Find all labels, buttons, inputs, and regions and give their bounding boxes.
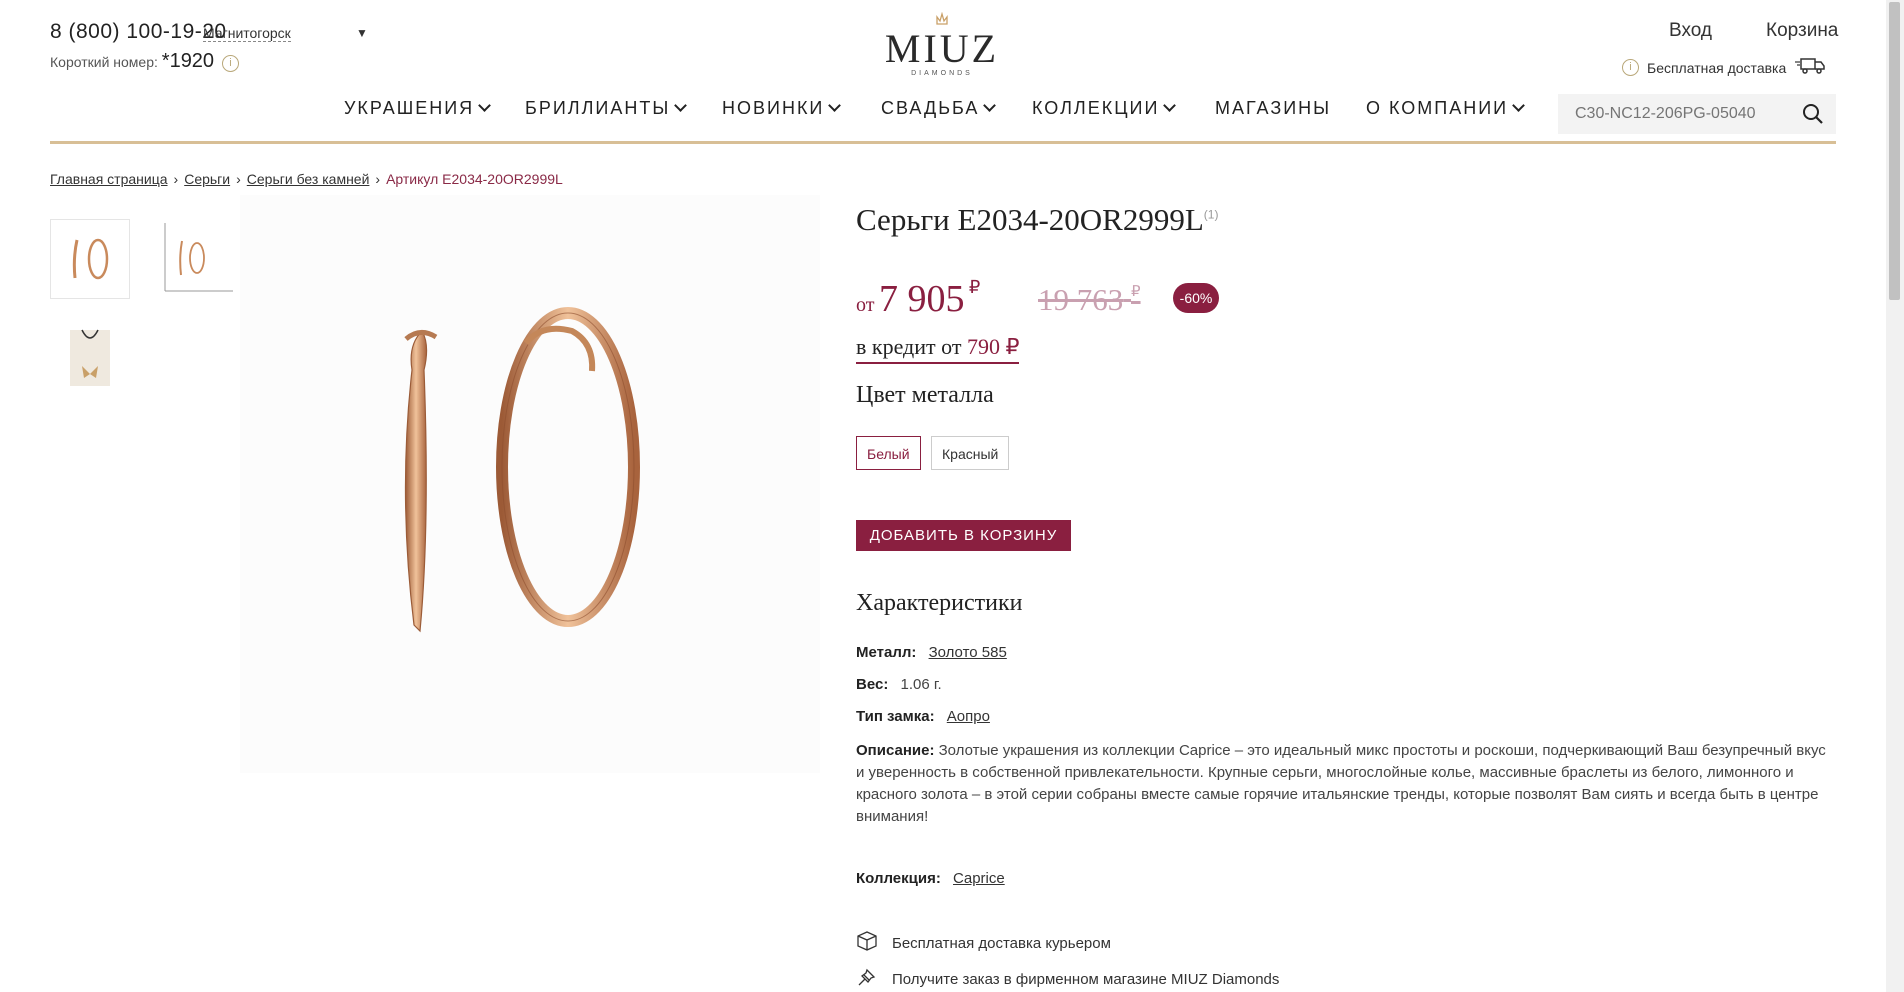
price-prefix: от <box>856 294 875 316</box>
free-delivery-info[interactable]: i Бесплатная доставка <box>1622 56 1826 79</box>
spec-metal: Металл: Золото 585 <box>856 644 1007 661</box>
chevron-right-icon: › <box>236 171 241 187</box>
thumbnail-size-scale[interactable] <box>155 219 235 299</box>
thumbnail-earrings[interactable] <box>50 219 130 299</box>
short-number-value: *1920 <box>161 50 215 72</box>
spec-weight: Вес: 1.06 г. <box>856 676 942 693</box>
city-selector[interactable]: Магнитогорск <box>203 25 291 42</box>
nav-item-jewelry[interactable]: УКРАШЕНИЯ <box>344 98 492 119</box>
old-price: 19 763 ₽ <box>1038 282 1141 318</box>
search-box <box>1558 94 1836 134</box>
perk-pickup-label: Получите заказ в фирменном магазине MIUZ… <box>892 970 1280 988</box>
info-icon: i <box>1622 59 1639 76</box>
chevron-down-icon <box>1512 99 1525 112</box>
nav-label: МАГАЗИНЫ <box>1215 98 1332 118</box>
color-option-white[interactable]: Белый <box>856 436 921 470</box>
nav-label: СВАДЬБА <box>881 98 980 118</box>
header-phone-block: 8 (800) 100-19-20 <box>50 20 227 44</box>
chevron-right-icon: › <box>375 171 381 187</box>
specs-heading: Характеристики <box>856 590 1023 616</box>
nav-label: БРИЛЛИАНТЫ <box>525 98 671 118</box>
credit-amount: 790 ₽ <box>966 334 1020 359</box>
site-logo[interactable]: MIUZ DIAMONDS <box>880 11 1004 77</box>
spec-weight-value: 1.06 г. <box>900 676 942 693</box>
spec-lock-label: Тип замка: <box>856 708 935 725</box>
breadcrumb-home[interactable]: Главная страница <box>50 171 168 187</box>
logo-wordmark: MIUZ <box>884 26 1000 71</box>
perk-store-pickup: Получите заказ в фирменном магазине MIUZ… <box>856 966 1279 992</box>
nav-label: НОВИНКИ <box>722 98 825 118</box>
old-price-value: 19 763 <box>1038 282 1124 317</box>
chevron-down-icon <box>478 99 492 112</box>
metal-color-heading: Цвет металла <box>856 382 994 408</box>
breadcrumb-current: Артикул E2034-20OR2999L <box>386 171 563 187</box>
logo-subtitle: DIAMONDS <box>911 70 973 77</box>
chevron-down-icon <box>674 99 688 112</box>
spec-lock: Тип замка: Аопро <box>856 708 990 725</box>
scrollbar-thumb[interactable] <box>1889 2 1900 300</box>
spec-collection-label: Коллекция: <box>856 870 941 887</box>
chevron-down-icon <box>983 99 997 112</box>
info-icon[interactable]: i <box>221 54 239 72</box>
nav-label: КОЛЛЕКЦИИ <box>1032 98 1160 118</box>
discount-badge: -60% <box>1173 283 1219 313</box>
chevron-down-icon <box>1163 99 1177 112</box>
product-title-text: Серьги E2034-20OR2999L <box>856 202 1204 237</box>
thumbnail-gift-bag[interactable] <box>50 316 130 396</box>
old-price-currency: ₽ <box>1131 284 1141 300</box>
price-currency: ₽ <box>968 277 981 297</box>
nav-label: УКРАШЕНИЯ <box>344 98 475 118</box>
header-divider <box>50 141 1836 144</box>
phone-number[interactable]: 8 (800) 100-19-20 <box>50 20 227 44</box>
box-icon <box>856 930 878 956</box>
truck-icon <box>1794 56 1826 79</box>
nav-item-stores[interactable]: МАГАЗИНЫ <box>1215 98 1331 119</box>
breadcrumb-earrings[interactable]: Серьги <box>184 171 230 187</box>
nav-item-wedding[interactable]: СВАДЬБА <box>881 98 997 119</box>
spec-description: Описание: Золотые украшения из коллекции… <box>856 740 1826 828</box>
product-title: Серьги E2034-20OR2999L(1) <box>856 202 1218 238</box>
spec-description-value: Золотые украшения из коллекции Caprice –… <box>856 742 1826 825</box>
page-scrollbar[interactable] <box>1886 0 1904 992</box>
credit-link[interactable]: в кредит от 790 ₽ <box>856 334 1020 364</box>
search-input[interactable] <box>1558 94 1795 134</box>
search-icon[interactable] <box>1802 103 1824 130</box>
spec-metal-label: Металл: <box>856 644 917 661</box>
breadcrumb: Главная страница › Серьги › Серьги без к… <box>50 171 563 187</box>
product-main-image[interactable] <box>240 195 820 773</box>
color-option-red[interactable]: Красный <box>931 436 1010 470</box>
free-delivery-label: Бесплатная доставка <box>1647 59 1787 76</box>
perk-courier-label: Бесплатная доставка курьером <box>892 934 1111 952</box>
nav-item-diamonds[interactable]: БРИЛЛИАНТЫ <box>525 98 688 119</box>
nav-item-new[interactable]: НОВИНКИ <box>722 98 842 119</box>
short-number-label: Короткий номер: <box>50 54 158 70</box>
credit-prefix: в кредит от <box>856 334 962 359</box>
spec-collection-value[interactable]: Caprice <box>953 870 1005 887</box>
spec-lock-value[interactable]: Аопро <box>947 708 990 725</box>
short-number: Короткий номер: *1920 i <box>50 50 239 73</box>
review-count[interactable]: (1) <box>1204 208 1219 222</box>
price-value: 7 905 <box>878 278 965 320</box>
city-dropdown-icon[interactable]: ▼ <box>356 26 368 40</box>
nav-item-about[interactable]: О КОМПАНИИ <box>1366 98 1525 119</box>
nav-label: О КОМПАНИИ <box>1366 98 1509 118</box>
spec-metal-value[interactable]: Золото 585 <box>929 644 1007 661</box>
chevron-right-icon: › <box>173 171 179 187</box>
spec-collection: Коллекция: Caprice <box>856 870 1005 887</box>
pin-icon <box>856 966 878 992</box>
chevron-down-icon <box>828 99 842 112</box>
login-link[interactable]: Вход <box>1669 20 1712 42</box>
cart-link[interactable]: Корзина <box>1766 20 1838 42</box>
perk-courier-delivery: Бесплатная доставка курьером <box>856 930 1111 956</box>
current-price: от 7 905 ₽ <box>856 277 980 321</box>
nav-item-collections[interactable]: КОЛЛЕКЦИИ <box>1032 98 1177 119</box>
spec-weight-label: Вес: <box>856 676 889 693</box>
spec-description-label: Описание: <box>856 742 935 759</box>
add-to-cart-button[interactable]: ДОБАВИТЬ В КОРЗИНУ <box>856 520 1071 551</box>
breadcrumb-earrings-no-stones[interactable]: Серьги без камней <box>247 171 370 187</box>
